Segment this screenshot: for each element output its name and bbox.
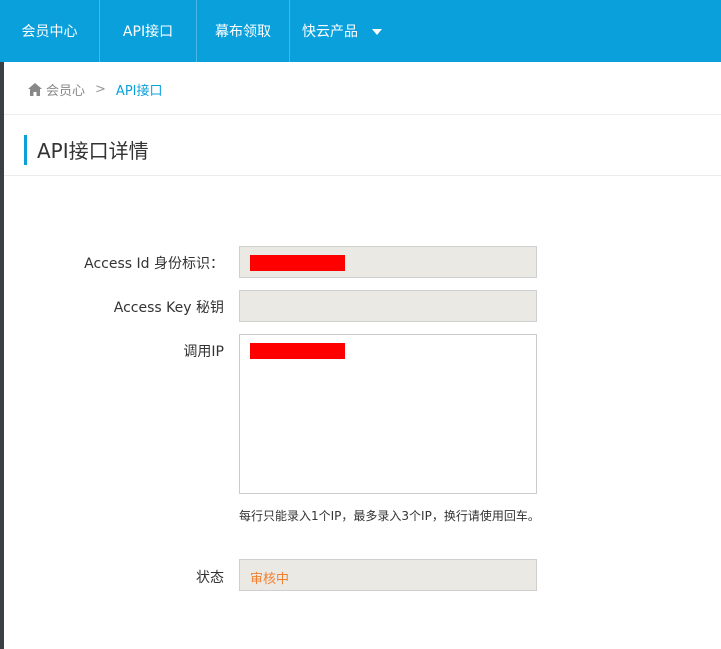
title-accent-bar <box>24 135 27 165</box>
breadcrumb-current[interactable]: API接口 <box>116 80 163 99</box>
breadcrumb: 会员心 > API接口 <box>28 80 163 99</box>
divider <box>4 175 721 176</box>
status-value: 审核中 <box>250 572 290 587</box>
redacted-value <box>250 343 345 359</box>
redacted-value <box>250 255 345 271</box>
page-title: API接口详情 <box>37 139 149 163</box>
status-label: 状态 <box>196 570 224 586</box>
nav-item-products-label: 快云产品 <box>302 24 358 40</box>
nav-item-member-center[interactable]: 会员中心 <box>0 0 100 62</box>
access-id-label: Access Id 身份标识： <box>84 256 224 272</box>
access-id-field[interactable] <box>239 246 537 278</box>
ip-textarea[interactable] <box>239 334 537 494</box>
breadcrumb-home[interactable]: 会员心 <box>46 80 85 99</box>
main-content: 会员心 > API接口 API接口详情 Access Id 身份标识： Acce… <box>4 62 721 649</box>
nav-item-api[interactable]: API接口 <box>100 0 197 62</box>
divider <box>4 114 721 115</box>
access-key-field[interactable] <box>239 290 537 322</box>
ip-hint: 每行只能录入1个IP，最多录入3个IP，换行请使用回车。 <box>239 509 540 523</box>
nav-item-products-dropdown[interactable]: 快云产品 <box>290 0 395 62</box>
status-field: 审核中 <box>239 559 537 591</box>
caret-down-icon <box>372 29 382 35</box>
access-key-label: Access Key 秘钥 <box>113 300 224 316</box>
top-nav: 会员中心 API接口 幕布领取 快云产品 <box>0 0 721 62</box>
home-icon <box>28 83 42 96</box>
ip-label: 调用IP <box>183 344 224 360</box>
nav-item-curtain[interactable]: 幕布领取 <box>197 0 290 62</box>
breadcrumb-separator: > <box>95 82 106 97</box>
